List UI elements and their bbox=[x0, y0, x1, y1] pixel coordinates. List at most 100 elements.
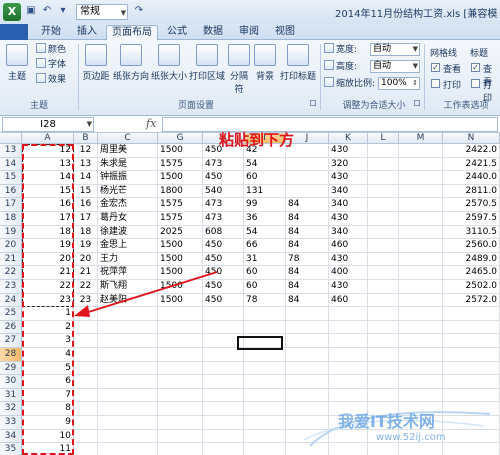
cell-a[interactable]: 3 bbox=[22, 334, 74, 348]
cell-i[interactable] bbox=[244, 388, 286, 403]
cell-i[interactable] bbox=[244, 307, 286, 321]
row-header[interactable]: 35 bbox=[0, 443, 22, 455]
cell-l[interactable] bbox=[368, 293, 399, 308]
cell-g[interactable]: 1500 bbox=[158, 280, 203, 294]
cell-c[interactable]: 金宏杰 bbox=[98, 198, 158, 212]
cell-k[interactable]: 460 bbox=[329, 293, 368, 308]
cell-n[interactable]: 2597.5 bbox=[443, 212, 500, 226]
cell-i[interactable]: 36 bbox=[244, 212, 286, 226]
row-header[interactable]: 27 bbox=[0, 334, 22, 348]
cell-a[interactable]: 7 bbox=[22, 388, 74, 403]
cell-n[interactable]: 2570.5 bbox=[443, 198, 500, 212]
fonts-button[interactable]: 字体 bbox=[36, 58, 66, 71]
cell-a[interactable]: 20 bbox=[22, 252, 74, 267]
row-header[interactable]: 17 bbox=[0, 198, 22, 212]
cell-n[interactable] bbox=[443, 320, 500, 335]
cell-a[interactable]: 1 bbox=[22, 307, 74, 321]
cell-a[interactable]: 5 bbox=[22, 361, 74, 376]
number-format-select[interactable]: 常规 ▼ bbox=[76, 4, 128, 20]
cell-k[interactable] bbox=[329, 348, 368, 362]
orientation-button[interactable]: 纸张方向 bbox=[112, 44, 150, 96]
spinner-icon[interactable]: ⇕ bbox=[412, 78, 418, 89]
cell-n[interactable]: 2560.0 bbox=[443, 239, 500, 253]
cell-c[interactable] bbox=[98, 416, 158, 430]
active-cell[interactable] bbox=[237, 336, 283, 350]
row-header[interactable]: 30 bbox=[0, 375, 22, 389]
cell-l[interactable] bbox=[368, 266, 399, 280]
cell-l[interactable] bbox=[368, 171, 399, 185]
cell-i[interactable] bbox=[244, 429, 286, 444]
cell-h[interactable] bbox=[203, 307, 244, 321]
cell-a[interactable]: 14 bbox=[22, 171, 74, 185]
cell-b[interactable] bbox=[74, 429, 98, 444]
cell-j[interactable] bbox=[286, 320, 329, 335]
cell-g[interactable] bbox=[158, 402, 203, 416]
row-header[interactable]: 14 bbox=[0, 157, 22, 172]
cell-i[interactable]: 54 bbox=[244, 157, 286, 172]
colors-button[interactable]: 颜色 bbox=[36, 43, 66, 56]
cell-k[interactable]: 430 bbox=[329, 144, 368, 158]
cell-h[interactable]: 450 bbox=[203, 266, 244, 280]
effects-button[interactable]: 效果 bbox=[36, 73, 66, 86]
cell-h[interactable]: 450 bbox=[203, 280, 244, 294]
cell-c[interactable]: 钟振振 bbox=[98, 171, 158, 185]
cell-a[interactable]: 18 bbox=[22, 225, 74, 240]
cell-k[interactable]: 430 bbox=[329, 171, 368, 185]
cell-b[interactable]: 19 bbox=[74, 239, 98, 253]
themes-button[interactable]: 主题 bbox=[4, 44, 30, 96]
cell-b[interactable] bbox=[74, 416, 98, 430]
cell-g[interactable] bbox=[158, 334, 203, 348]
cell-l[interactable] bbox=[368, 212, 399, 226]
cell-c[interactable]: 葛丹女 bbox=[98, 212, 158, 226]
row-header[interactable]: 16 bbox=[0, 184, 22, 199]
cell-n[interactable]: 2489.0 bbox=[443, 252, 500, 267]
cell-n[interactable] bbox=[443, 361, 500, 376]
row-header[interactable]: 29 bbox=[0, 361, 22, 376]
cell-i[interactable] bbox=[244, 375, 286, 389]
cell-g[interactable] bbox=[158, 443, 203, 455]
cell-k[interactable]: 340 bbox=[329, 225, 368, 240]
cell-c[interactable]: 祝萍萍 bbox=[98, 266, 158, 280]
cell-c[interactable]: 徐建波 bbox=[98, 225, 158, 240]
cell-k[interactable] bbox=[329, 361, 368, 376]
cell-i[interactable]: 66 bbox=[244, 239, 286, 253]
cell-j[interactable] bbox=[286, 361, 329, 376]
row-header[interactable]: 24 bbox=[0, 293, 22, 308]
cell-k[interactable] bbox=[329, 375, 368, 389]
cell-n[interactable]: 2811.0 bbox=[443, 184, 500, 199]
cell-n[interactable] bbox=[443, 307, 500, 321]
margins-button[interactable]: 页边距 bbox=[82, 44, 110, 96]
row-header[interactable]: 23 bbox=[0, 280, 22, 294]
cell-i[interactable] bbox=[244, 348, 286, 362]
cell-g[interactable]: 1575 bbox=[158, 157, 203, 172]
headings-print-checkbox[interactable] bbox=[471, 79, 480, 88]
cell-j[interactable] bbox=[286, 307, 329, 321]
cell-i[interactable]: 31 bbox=[244, 252, 286, 267]
cell-h[interactable]: 473 bbox=[203, 212, 244, 226]
cell-h[interactable]: 450 bbox=[203, 293, 244, 308]
cell-a[interactable]: 16 bbox=[22, 198, 74, 212]
cell-k[interactable] bbox=[329, 334, 368, 348]
tab-data[interactable]: 数据 bbox=[196, 25, 230, 40]
cell-b[interactable]: 23 bbox=[74, 293, 98, 308]
cell-b[interactable]: 21 bbox=[74, 266, 98, 280]
cell-j[interactable] bbox=[286, 157, 329, 172]
cell-c[interactable]: 金思上 bbox=[98, 239, 158, 253]
cell-g[interactable]: 1500 bbox=[158, 171, 203, 185]
qat-dropdown-icon[interactable]: ▾ bbox=[56, 4, 70, 18]
cell-l[interactable] bbox=[368, 144, 399, 158]
cell-m[interactable] bbox=[399, 212, 443, 226]
tab-insert[interactable]: 插入 bbox=[70, 25, 104, 40]
tab-home[interactable]: 开始 bbox=[34, 25, 68, 40]
row-header[interactable]: 25 bbox=[0, 307, 22, 321]
cell-j[interactable]: 84 bbox=[286, 293, 329, 308]
cell-a[interactable]: 11 bbox=[22, 443, 74, 455]
cell-a[interactable]: 10 bbox=[22, 429, 74, 444]
cell-j[interactable]: 84 bbox=[286, 280, 329, 294]
cell-j[interactable]: 84 bbox=[286, 225, 329, 240]
cell-c[interactable]: 杨光芒 bbox=[98, 184, 158, 199]
cell-b[interactable]: 15 bbox=[74, 184, 98, 199]
cell-h[interactable]: 608 bbox=[203, 225, 244, 240]
cell-m[interactable] bbox=[399, 293, 443, 308]
cell-h[interactable]: 473 bbox=[203, 157, 244, 172]
